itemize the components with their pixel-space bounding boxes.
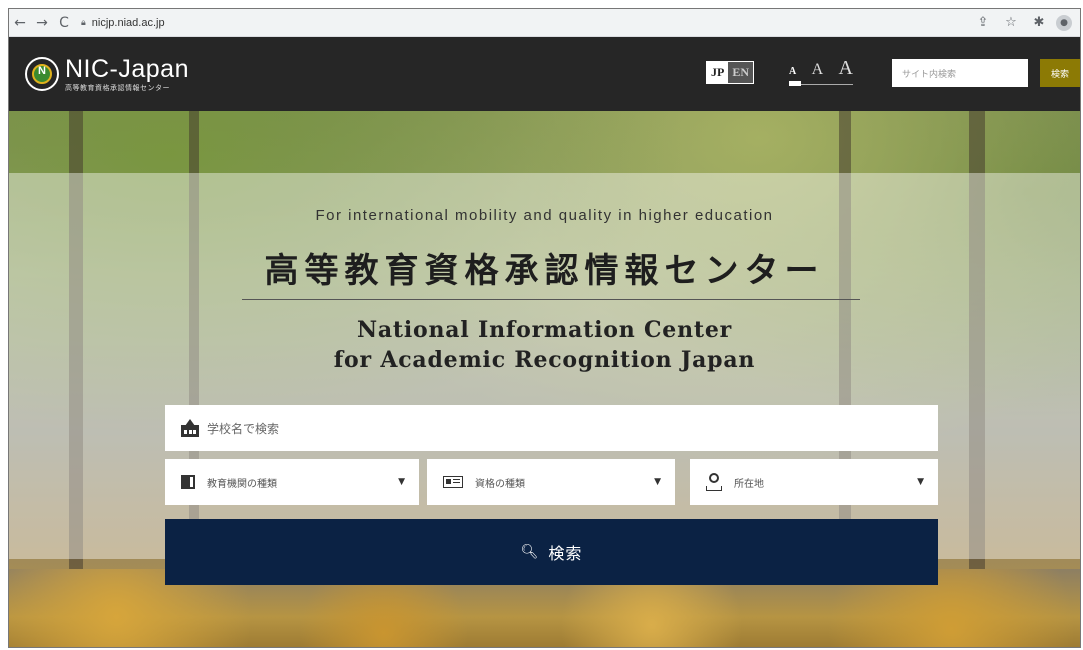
- share-icon[interactable]: ⇪: [972, 12, 994, 34]
- browser-toolbar: ← → C 🔒︎ nicjp.niad.ac.jp ⇪ ☆ ✱ ●: [9, 9, 1080, 37]
- site-header: N NIC-Japan 高等教育資格承認情報センター JP EN A A A サ…: [9, 37, 1080, 111]
- profile-icon[interactable]: ●: [1056, 14, 1072, 31]
- logo-title: NIC-Japan: [65, 54, 189, 83]
- hero-title-en-line1: National Information Center: [356, 317, 733, 343]
- institution-type-label: 教育機関の種類: [207, 478, 277, 490]
- search-button[interactable]: 🔍︎ 検索: [165, 519, 938, 585]
- chevron-down-icon: ▼: [398, 477, 405, 487]
- hero-section: For international mobility and quality i…: [9, 111, 1080, 647]
- hero-title-jp: 高等教育資格承認情報センター: [264, 251, 825, 291]
- language-switcher: JP EN: [706, 61, 755, 84]
- browser-window: ← → C 🔒︎ nicjp.niad.ac.jp ⇪ ☆ ✱ ● N NIC-…: [8, 8, 1081, 648]
- font-size-small[interactable]: A: [789, 66, 796, 77]
- hero-tagline: For international mobility and quality i…: [315, 207, 774, 224]
- school-name-search-input[interactable]: 学校名で検索: [165, 405, 938, 451]
- qualification-type-label: 資格の種類: [475, 478, 525, 490]
- qualification-type-select[interactable]: 資格の種類 ▼: [427, 459, 675, 505]
- chevron-down-icon: ▼: [917, 477, 924, 487]
- search-button-label: 検索: [548, 544, 583, 563]
- lock-icon: 🔒︎: [81, 17, 86, 27]
- hero-divider: [242, 299, 860, 300]
- globe-logo-icon: N: [25, 57, 59, 91]
- search-icon: 🔍︎: [520, 544, 539, 560]
- font-size-knob[interactable]: [789, 81, 801, 86]
- lang-jp-button[interactable]: JP: [707, 62, 729, 83]
- font-size-large[interactable]: A: [839, 57, 853, 80]
- location-select[interactable]: 所在地 ▼: [690, 459, 938, 505]
- hero-title-en: National Information Center for Academic…: [9, 315, 1080, 375]
- hero-title-en-line2: for Academic Recognition Japan: [333, 347, 756, 373]
- school-search-placeholder: 学校名で検索: [207, 421, 280, 436]
- back-icon[interactable]: ←: [9, 12, 31, 34]
- location-label: 所在地: [734, 478, 764, 490]
- star-icon[interactable]: ☆: [1000, 12, 1022, 34]
- reload-icon[interactable]: C: [53, 12, 75, 34]
- id-card-icon: [443, 476, 463, 488]
- lang-en-button[interactable]: EN: [728, 62, 754, 83]
- font-size-slider[interactable]: [789, 81, 853, 86]
- address-bar[interactable]: 🔒︎ nicjp.niad.ac.jp: [81, 13, 165, 33]
- font-size-control: A A A: [789, 57, 853, 86]
- extensions-icon[interactable]: ✱: [1028, 12, 1050, 34]
- location-pin-icon: [706, 473, 722, 491]
- font-size-medium[interactable]: A: [812, 61, 824, 79]
- forward-icon[interactable]: →: [31, 12, 53, 34]
- book-icon: [181, 475, 195, 489]
- institution-type-select[interactable]: 教育機関の種類 ▼: [165, 459, 419, 505]
- site-search-button[interactable]: 検索: [1040, 59, 1080, 87]
- school-building-icon: [181, 419, 199, 437]
- url-text: nicjp.niad.ac.jp: [91, 16, 165, 29]
- site-logo[interactable]: N NIC-Japan 高等教育資格承認情報センター: [25, 56, 189, 93]
- logo-subtitle: 高等教育資格承認情報センター: [65, 83, 170, 92]
- chevron-down-icon: ▼: [654, 477, 661, 487]
- site-search-input[interactable]: サイト内検索: [892, 59, 1028, 87]
